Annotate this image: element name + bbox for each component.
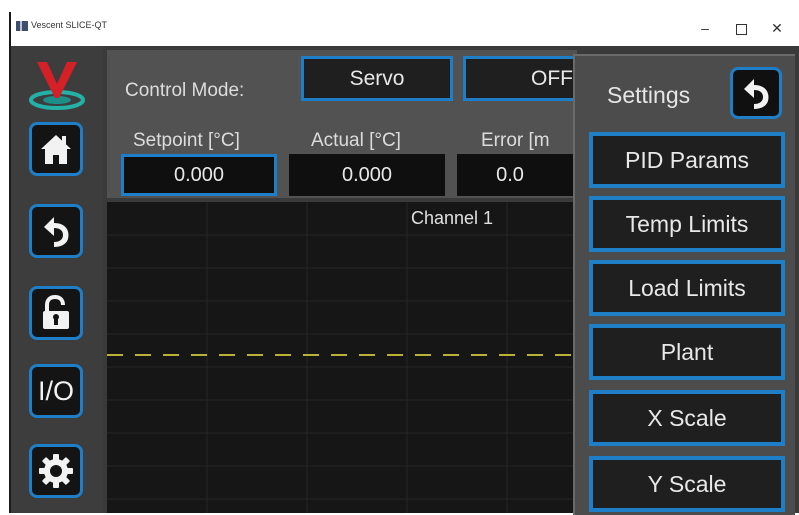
back-arrow-icon xyxy=(44,217,69,247)
sidebar: I/O xyxy=(11,46,103,513)
plot-title: Channel 1 xyxy=(411,208,494,228)
io-label: I/O xyxy=(37,376,74,406)
control-mode-label: Control Mode: xyxy=(125,80,245,101)
gear-icon xyxy=(39,454,73,488)
channel-plot: Channel 1 xyxy=(107,202,577,513)
unlock-icon xyxy=(43,295,69,329)
app-icon xyxy=(16,21,28,31)
app-window: Vescent SLICE-QT – ✕ I/O Control Mode: S… xyxy=(0,0,799,515)
setpoint-input[interactable]: 0.000 xyxy=(121,154,277,196)
home-icon xyxy=(41,135,71,164)
error-value: 0.0 xyxy=(457,154,587,196)
settings-panel: Settings PID Params Temp Limits Load Lim… xyxy=(573,54,795,515)
io-button[interactable]: I/O xyxy=(29,364,83,418)
title-bar: Vescent SLICE-QT – ✕ xyxy=(11,12,799,46)
actual-value: 0.000 xyxy=(289,154,445,196)
control-mode-select[interactable]: Servo xyxy=(301,56,453,101)
plant-button[interactable]: Plant xyxy=(589,324,785,380)
close-button[interactable]: ✕ xyxy=(759,15,795,41)
plot-grid xyxy=(107,202,577,513)
minimize-button[interactable]: – xyxy=(687,15,723,41)
window-title: Vescent SLICE-QT xyxy=(31,20,108,30)
back-button[interactable] xyxy=(29,204,83,258)
home-button[interactable] xyxy=(29,122,83,176)
settings-back-button[interactable] xyxy=(730,67,782,119)
maximize-icon xyxy=(735,23,747,35)
error-label: Error [m xyxy=(481,130,550,151)
back-arrow-icon xyxy=(744,79,769,109)
temp-limits-button[interactable]: Temp Limits xyxy=(589,196,785,252)
settings-button[interactable] xyxy=(29,444,83,498)
x-scale-button[interactable]: X Scale xyxy=(589,390,785,446)
app-client-area: I/O Control Mode: Servo OFF Setpoint [°C… xyxy=(11,46,799,515)
lock-button[interactable] xyxy=(29,286,83,340)
y-scale-button[interactable]: Y Scale xyxy=(589,456,785,512)
setpoint-label: Setpoint [°C] xyxy=(133,130,240,151)
main-area: Control Mode: Servo OFF Setpoint [°C] Ac… xyxy=(107,50,593,513)
maximize-button[interactable] xyxy=(723,15,759,41)
settings-title: Settings xyxy=(607,82,691,108)
control-panel: Control Mode: Servo OFF Setpoint [°C] Ac… xyxy=(107,50,593,198)
vescent-logo xyxy=(25,56,89,112)
pid-params-button[interactable]: PID Params xyxy=(589,132,785,188)
actual-label: Actual [°C] xyxy=(311,130,401,151)
load-limits-button[interactable]: Load Limits xyxy=(589,260,785,316)
